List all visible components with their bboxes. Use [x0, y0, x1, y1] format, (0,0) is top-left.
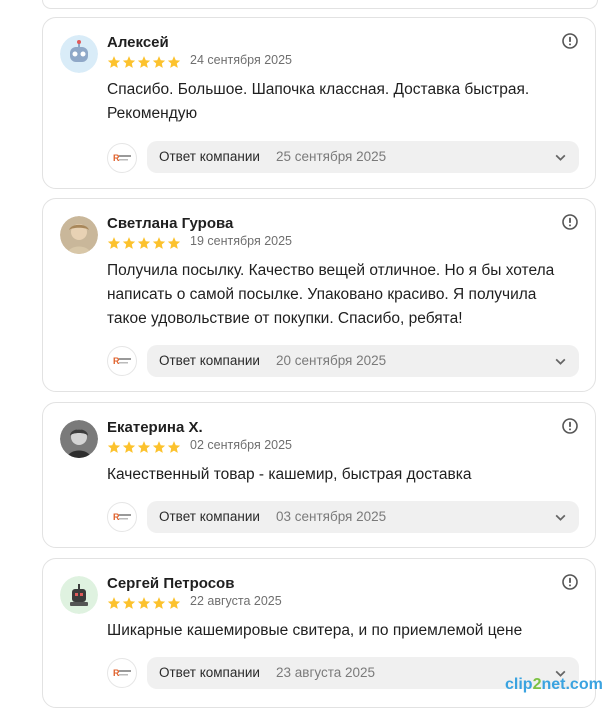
svg-text:R: R: [113, 356, 120, 366]
company-logo: R: [107, 658, 137, 688]
avatar[interactable]: [60, 216, 98, 254]
company-logo-icon: R: [113, 668, 131, 678]
star-icon: [122, 597, 136, 609]
review-card: Алексей 24 сентября 2025 Спасибо. Большо…: [42, 17, 596, 189]
star-icon: [167, 237, 181, 249]
svg-text:R: R: [113, 668, 120, 678]
reply-label: Ответ компании: [159, 509, 260, 524]
star-icon: [152, 237, 166, 249]
company-logo-icon: R: [113, 153, 131, 163]
star-icon: [122, 441, 136, 453]
report-icon[interactable]: [562, 33, 578, 49]
previous-card-edge: [42, 0, 598, 9]
review-text: Шикарные кашемировые свитера, и по прием…: [107, 622, 523, 639]
reply-date: 03 сентября 2025: [276, 509, 387, 524]
review-date: 19 сентября 2025: [190, 234, 292, 248]
chevron-down-icon: [555, 154, 566, 161]
star-icon: [167, 441, 181, 453]
chevron-down-icon: [555, 514, 566, 521]
robot-avatar-icon: [60, 576, 98, 614]
watermark-part: net.com: [541, 676, 603, 693]
avatar[interactable]: [60, 35, 98, 73]
star-icon: [167, 56, 181, 68]
review-text: Спасибо. Большое. Шапочка классная. Дост…: [107, 81, 530, 122]
star-icon: [167, 597, 181, 609]
company-logo: R: [107, 143, 137, 173]
chevron-down-icon: [555, 358, 566, 365]
company-logo-icon: R: [113, 356, 131, 366]
review-date: 02 сентября 2025: [190, 438, 292, 452]
watermark: clip2net.com: [505, 676, 603, 694]
star-icon: [137, 597, 151, 609]
reply-label: Ответ компании: [159, 665, 260, 680]
star-icon: [137, 56, 151, 68]
star-icon: [122, 237, 136, 249]
review-card: Екатерина Х. 02 сентября 2025 Качественн…: [42, 402, 596, 548]
reviewer-name[interactable]: Светлана Гурова: [107, 215, 233, 232]
star-icon: [152, 597, 166, 609]
watermark-part: clip: [505, 676, 533, 693]
review-date: 22 августа 2025: [190, 594, 282, 608]
company-reply-toggle[interactable]: Ответ компании 20 сентября 2025: [147, 345, 579, 377]
rating-stars: [107, 440, 181, 454]
star-icon: [152, 56, 166, 68]
company-logo-icon: R: [113, 512, 131, 522]
star-icon: [137, 237, 151, 249]
reply-label: Ответ компании: [159, 149, 260, 164]
reviewer-name[interactable]: Алексей: [107, 34, 169, 51]
svg-text:R: R: [113, 153, 120, 163]
company-logo: R: [107, 346, 137, 376]
rating-stars: [107, 55, 181, 69]
star-icon: [152, 441, 166, 453]
star-icon: [137, 441, 151, 453]
svg-text:R: R: [113, 512, 120, 522]
company-reply-toggle[interactable]: Ответ компании 25 сентября 2025: [147, 141, 579, 173]
star-icon: [107, 237, 121, 249]
reply-date: 23 августа 2025: [276, 665, 376, 680]
reviewer-name[interactable]: Екатерина Х.: [107, 419, 203, 436]
reviewer-name[interactable]: Сергей Петросов: [107, 575, 234, 592]
report-icon[interactable]: [562, 418, 578, 434]
star-icon: [107, 56, 121, 68]
rating-stars: [107, 596, 181, 610]
robot-avatar-icon: [60, 35, 98, 73]
user-photo-icon: [60, 420, 98, 458]
star-icon: [107, 441, 121, 453]
star-icon: [107, 597, 121, 609]
review-card: Светлана Гурова 19 сентября 2025 Получил…: [42, 198, 596, 392]
avatar[interactable]: [60, 420, 98, 458]
review-text: Получила посылку. Качество вещей отлично…: [107, 262, 555, 327]
reply-date: 25 сентября 2025: [276, 149, 387, 164]
report-icon[interactable]: [562, 574, 578, 590]
report-icon[interactable]: [562, 214, 578, 230]
review-text: Качественный товар - кашемир, быстрая до…: [107, 466, 472, 483]
star-icon: [122, 56, 136, 68]
avatar[interactable]: [60, 576, 98, 614]
reply-label: Ответ компании: [159, 353, 260, 368]
reply-date: 20 сентября 2025: [276, 353, 387, 368]
user-photo-icon: [60, 216, 98, 254]
rating-stars: [107, 236, 181, 250]
company-reply-toggle[interactable]: Ответ компании 03 сентября 2025: [147, 501, 579, 533]
company-logo: R: [107, 502, 137, 532]
review-date: 24 сентября 2025: [190, 53, 292, 67]
